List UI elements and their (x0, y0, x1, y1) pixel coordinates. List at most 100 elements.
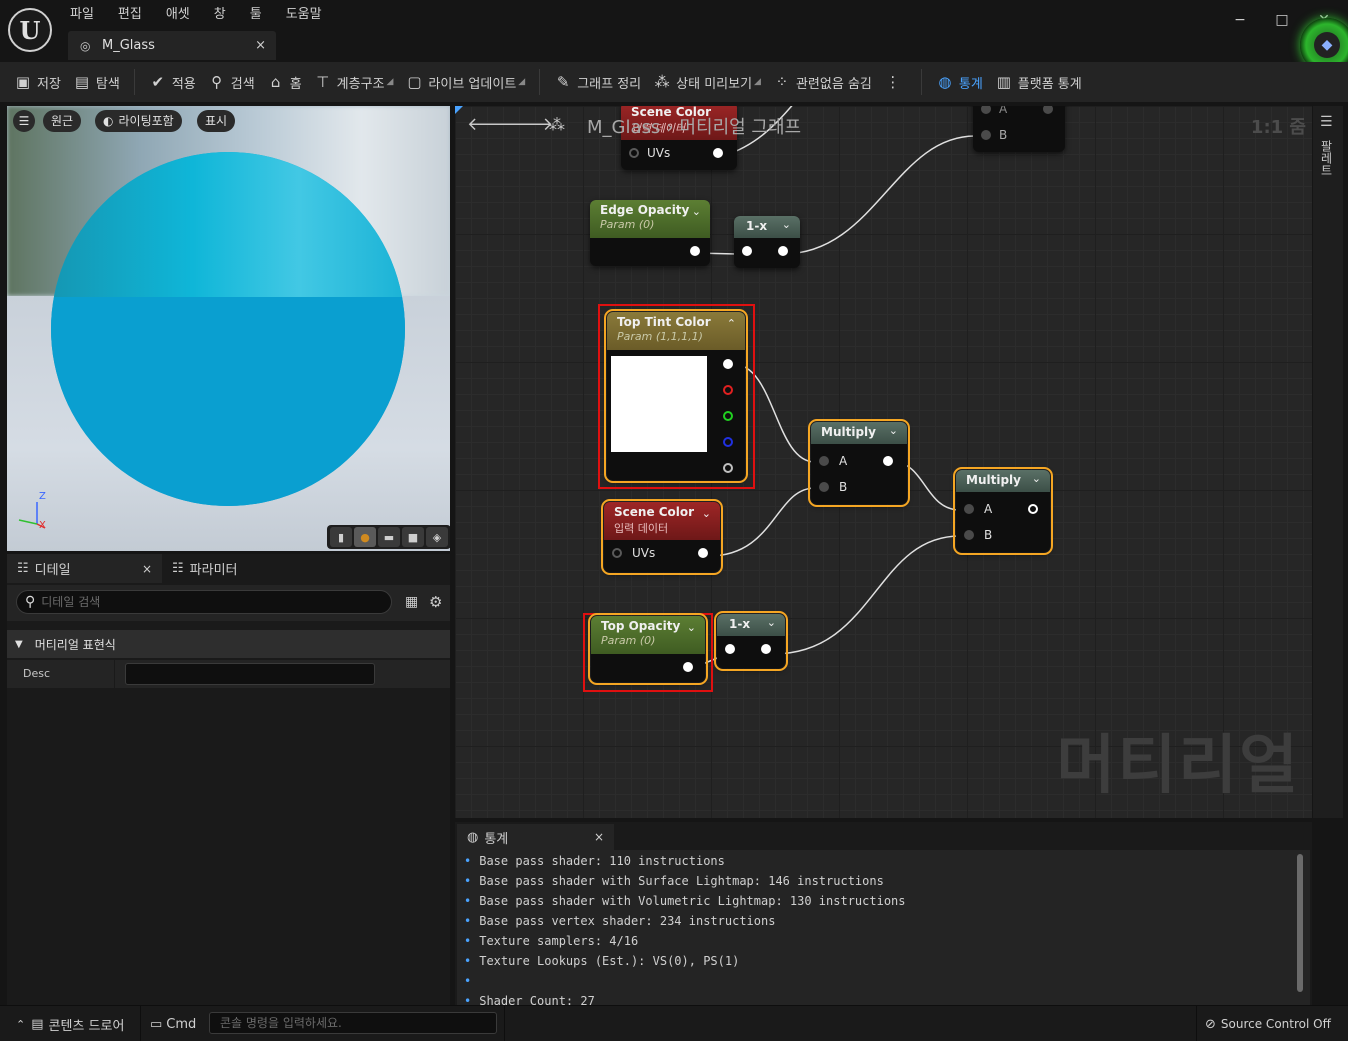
details-search-input[interactable] (41, 595, 372, 609)
node-scene-color[interactable]: Scene Color 입력 데이터 ⌄ UVs (601, 499, 723, 575)
show-button[interactable]: 표시 (197, 110, 236, 132)
plane-icon[interactable]: ▬ (378, 527, 400, 547)
output-pin-r[interactable] (723, 385, 733, 395)
input-pin-b[interactable] (819, 482, 829, 492)
details-panel: ☷디테일× ☷파라미터 ⚲ ▦ ⚙ ▼ 머티리얼 표현식 Desc (7, 554, 450, 1005)
node-header: Scene Color 입력 데이터 ⌄ (604, 502, 720, 540)
output-pin[interactable] (683, 662, 693, 672)
content-drawer-button[interactable]: ⌃ ▤ 콘텐츠 드로어 (16, 1006, 124, 1041)
category-material-expression[interactable]: ▼ 머티리얼 표현식 (7, 630, 450, 658)
node-top-opacity[interactable]: Top Opacity Param (0) ⌄ (588, 613, 708, 685)
sphere-icon[interactable]: ● (354, 527, 376, 547)
close-tab-icon[interactable]: × (142, 562, 152, 576)
live-update-button[interactable]: ▢ 라이브 업데이트 ◢ (399, 68, 531, 96)
input-pin-a[interactable] (819, 456, 829, 466)
document-tab-label: M_Glass (102, 38, 155, 53)
hierarchy-button[interactable]: ⊤ 계층구조 ◢ (308, 68, 400, 96)
hide-unrelated-button[interactable]: ⁘ 관련없음 숨김 (767, 68, 878, 96)
input-pin-a[interactable] (964, 504, 974, 514)
output-pin-g[interactable] (723, 411, 733, 421)
custom-mesh-icon[interactable]: ◈ (426, 527, 448, 547)
grid-view-icon[interactable]: ▦ (405, 594, 418, 610)
chevron-down-icon[interactable]: ⌄ (692, 205, 701, 218)
output-pin[interactable] (1028, 504, 1038, 514)
source-control-button[interactable]: ⊘ Source Control Off (1205, 1006, 1331, 1041)
more-options-button[interactable]: ⋮ (878, 68, 913, 96)
desc-field[interactable] (125, 663, 375, 685)
unreal-logo-icon[interactable]: U (8, 8, 52, 52)
preview-viewport[interactable]: ☰ 원근 ◐ 라이팅포함 표시 Z X ▮ ● ▬ ■ ◈ (7, 106, 450, 551)
node-one-minus-top[interactable]: 1-x ⌄ (734, 216, 800, 268)
tab-parameters[interactable]: ☷ 파라미터 (162, 554, 248, 583)
chevron-up-icon[interactable]: ⌃ (727, 317, 736, 330)
preview-state-button[interactable]: ⁂ 상태 미리보기 ◢ (647, 68, 767, 96)
cube-icon[interactable]: ■ (402, 527, 424, 547)
output-pin[interactable] (698, 548, 708, 558)
close-tab-icon[interactable]: × (255, 38, 266, 53)
stat-line: • Shader Count: 27 (464, 994, 595, 1005)
browse-button[interactable]: ▤ 탐색 (67, 68, 126, 96)
palette-strip[interactable]: ☰ 팔레트 (1313, 106, 1343, 818)
lighting-button[interactable]: ◐ 라이팅포함 (95, 110, 182, 132)
output-pin-b[interactable] (723, 437, 733, 447)
input-pin-b[interactable] (964, 530, 974, 540)
menu-help[interactable]: 도움말 (274, 4, 334, 26)
node-multiply-1[interactable]: Multiply ⌄ A B (808, 419, 910, 507)
pin-row-uvs: UVs (604, 540, 720, 566)
apply-button[interactable]: ✔ 적용 (143, 68, 202, 96)
menu-window[interactable]: 창 (202, 4, 238, 26)
graph-icon: ⁂ (549, 115, 565, 134)
input-pin[interactable] (629, 148, 639, 158)
chevron-down-icon[interactable]: ⌄ (889, 424, 898, 437)
input-pin[interactable] (612, 548, 622, 558)
node-multiply-2[interactable]: Multiply ⌄ A B (953, 467, 1053, 555)
clean-graph-button[interactable]: ✎ 그래프 정리 (548, 68, 647, 96)
stats-button[interactable]: ◍ 통계 (930, 68, 989, 96)
output-pin[interactable] (761, 644, 771, 654)
output-pin[interactable] (883, 456, 893, 466)
stats-icon: ◍ (467, 829, 479, 845)
menu-tools[interactable]: 툴 (238, 4, 274, 26)
close-tab-icon[interactable]: × (594, 830, 604, 844)
output-pin-a[interactable] (723, 463, 733, 473)
input-pin[interactable] (725, 644, 735, 654)
chevron-down-icon[interactable]: ⌄ (702, 507, 711, 520)
node-one-minus-bottom[interactable]: 1-x ⌄ (714, 611, 788, 671)
search-icon: ⚲ (211, 73, 223, 91)
menu-asset[interactable]: 애셋 (154, 4, 202, 26)
cylinder-icon[interactable]: ▮ (330, 527, 352, 547)
material-graph[interactable]: Scene Color 입력 데이터 UVs A B 🡐 🡒 ⁂ M_Glass… (455, 106, 1312, 818)
forward-arrow-icon[interactable]: 🡒 (505, 114, 553, 135)
stats-scrollbar[interactable] (1297, 854, 1303, 992)
chevron-down-icon[interactable]: ⌄ (1032, 472, 1041, 485)
output-pin[interactable] (778, 246, 788, 256)
gear-icon[interactable]: ⚙ (429, 593, 442, 611)
toolbar: ▣ 저장 ▤ 탐색 ✔ 적용 ⚲ 검색 ⌂ 홈 ⊤ 계층구조 ◢ ▢ 라이브 업데이트 ◢ ✎ 그래… (0, 62, 1348, 102)
platform-stats-button[interactable]: ▥ 플랫폼 통계 (989, 68, 1088, 96)
output-pin-rgb[interactable] (723, 359, 733, 369)
home-button[interactable]: ⌂ 홈 (261, 68, 308, 96)
menu-file[interactable]: 파일 (58, 4, 106, 26)
cmd-button[interactable]: ▭ Cmd (150, 1006, 196, 1041)
maximize-button[interactable]: □ (1267, 10, 1297, 30)
tab-stats[interactable]: ◍ 통계 × (457, 824, 614, 850)
viewport-menu-button[interactable]: ☰ (13, 110, 35, 132)
save-button[interactable]: ▣ 저장 (8, 68, 67, 96)
tab-details[interactable]: ☷ 디테일 × (7, 554, 162, 583)
search-button[interactable]: ⚲ 검색 (202, 68, 261, 96)
node-top-tint-color[interactable]: Top Tint Color Param (1,1,1,1) ⌃ (604, 309, 748, 483)
minimize-button[interactable]: − (1225, 10, 1255, 30)
chevron-down-icon[interactable]: ⌄ (782, 218, 791, 231)
input-pin[interactable] (742, 246, 752, 256)
output-pin[interactable] (713, 148, 723, 158)
output-pin[interactable] (690, 246, 700, 256)
document-tab[interactable]: ◎ M_Glass × (68, 31, 276, 60)
perspective-button[interactable]: 원근 (43, 110, 82, 132)
search-icon: ⚲ (25, 594, 36, 610)
console-command-input[interactable] (209, 1012, 497, 1034)
chevron-down-icon[interactable]: ⌄ (767, 616, 776, 629)
node-edge-opacity[interactable]: Edge Opacity Param (0) ⌄ (590, 200, 710, 266)
chevron-down-icon[interactable]: ⌄ (687, 621, 696, 634)
menu-edit[interactable]: 편집 (106, 4, 154, 26)
stat-line: • Texture samplers: 4/16 (464, 934, 639, 948)
